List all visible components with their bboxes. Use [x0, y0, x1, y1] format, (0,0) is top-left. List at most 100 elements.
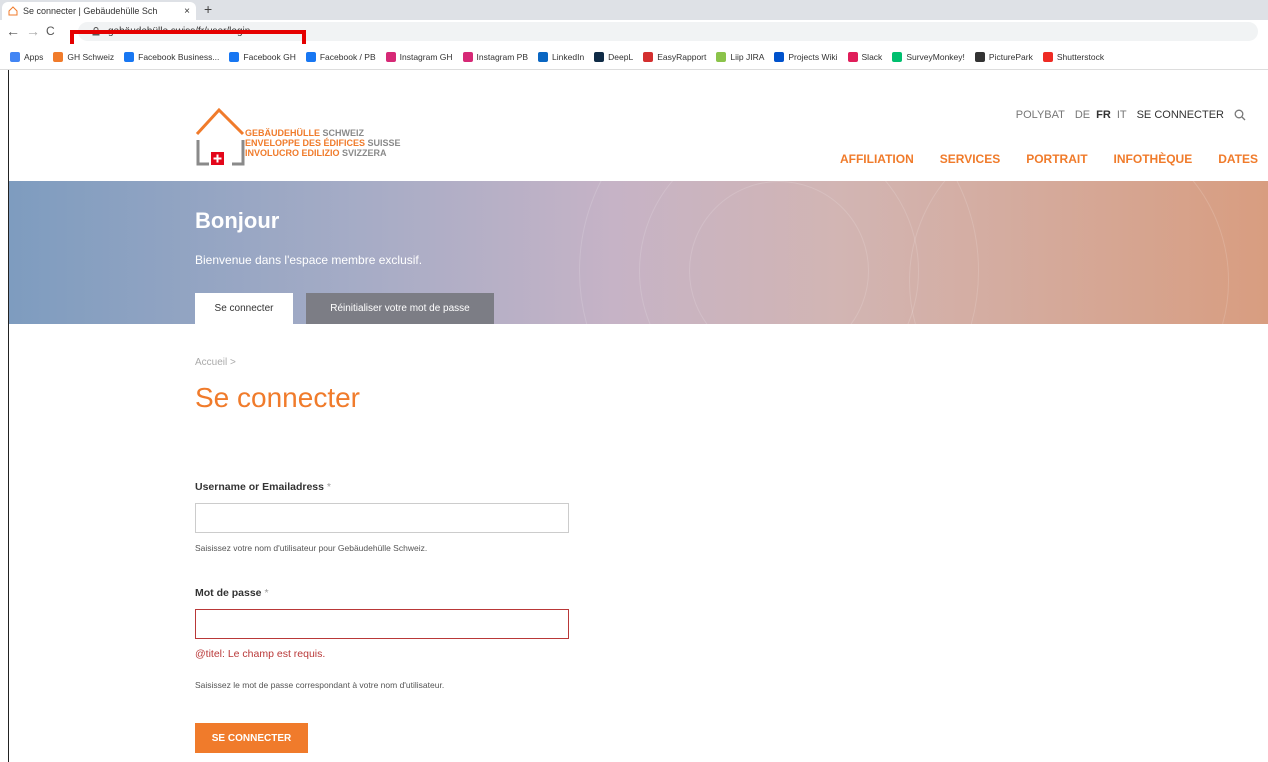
logo-line-secondary: SVIZZERA — [342, 148, 387, 158]
nav-item[interactable]: PORTRAIT — [1026, 152, 1087, 166]
screen: Se connecter | Gebäudehülle Sch × + ← → … — [0, 0, 1268, 762]
nav-item[interactable]: DATES — [1218, 152, 1258, 166]
bookmark-label: Shutterstock — [1056, 51, 1105, 62]
login-link[interactable]: SE CONNECTER — [1137, 109, 1224, 121]
language-option[interactable]: FR — [1096, 109, 1111, 121]
browser-tab-strip: Se connecter | Gebäudehülle Sch × + — [0, 0, 1268, 20]
logo-line-secondary: SUISSE — [367, 138, 401, 148]
username-label: Username or Emailadress * — [195, 481, 331, 493]
bookmark-label: Facebook Business... — [138, 51, 220, 62]
language-option[interactable]: IT — [1117, 109, 1127, 121]
deepl-icon — [594, 51, 605, 62]
bookmark-label: Slack — [861, 51, 883, 62]
username-input[interactable] — [195, 503, 569, 533]
bookmark-item[interactable]: Projects Wiki — [774, 51, 838, 62]
confluence-icon — [774, 51, 785, 62]
utility-nav: POLYBAT DE FR IT SE CONNECTER — [1016, 109, 1246, 121]
logo-line-primary: GEBÄUDEHÜLLE — [245, 128, 321, 138]
shutterstock-icon — [1042, 51, 1053, 62]
bookmark-item[interactable]: Facebook Business... — [124, 51, 220, 62]
hero-subtitle: Bienvenue dans l'espace membre exclusif. — [195, 253, 423, 267]
reload-button[interactable]: C — [46, 24, 55, 38]
bookmark-label: PicturePark — [988, 51, 1033, 62]
apps-grid-icon — [10, 51, 20, 62]
nav-item[interactable]: AFFILIATION — [840, 152, 914, 166]
bookmark-item[interactable]: SurveyMonkey! — [892, 51, 965, 62]
logo-wordmark: GEBÄUDEHÜLLE SCHWEIZ ENVELOPPE DES ÉDIFIC… — [245, 128, 401, 158]
jira-icon — [716, 51, 727, 62]
search-icon[interactable] — [1234, 109, 1246, 121]
bookmark-item[interactable]: PicturePark — [974, 51, 1033, 62]
bookmark-label: Instagram GH — [399, 51, 453, 62]
bookmarks-bar: Apps GH Schweiz Facebook Business... Facebo… — [0, 44, 1268, 70]
bookmark-label: Facebook GH — [243, 51, 296, 62]
house-icon — [8, 6, 18, 16]
bookmark-label: SurveyMonkey! — [906, 51, 965, 62]
bookmark-item[interactable]: Instagram PB — [462, 51, 529, 62]
instagram-icon — [462, 51, 473, 62]
required-marker: * — [326, 481, 331, 493]
main-nav: AFFILIATION SERVICES PORTRAIT INFOTHÈQUE DAT… — [840, 152, 1258, 166]
back-button[interactable]: ← — [6, 23, 20, 39]
bookmark-label: EasyRapport — [657, 51, 707, 62]
polybat-link[interactable]: POLYBAT — [1016, 109, 1065, 121]
instagram-icon — [385, 51, 396, 62]
picturepark-icon — [974, 51, 985, 62]
bookmark-item[interactable]: DeepL — [594, 51, 634, 62]
bookmark-label: Apps — [24, 51, 44, 62]
bookmark-item[interactable]: Instagram GH — [385, 51, 453, 62]
bookmark-label: Liip JIRA — [730, 51, 765, 62]
required-marker: * — [264, 587, 269, 599]
bookmark-label: Instagram PB — [476, 51, 529, 62]
username-label-text: Username or Emailadress — [195, 481, 324, 493]
logo-line: ENVELOPPE DES ÉDIFICES SUISSE — [245, 138, 401, 148]
nav-item[interactable]: INFOTHÈQUE — [1114, 152, 1193, 166]
password-label-text: Mot de passe — [195, 587, 262, 599]
username-help: Saisissez votre nom d'utilisateur pour G… — [195, 543, 428, 553]
bookmark-item[interactable]: Slack — [847, 51, 883, 62]
page-title: Se connecter — [195, 382, 360, 413]
bookmark-label: Projects Wiki — [788, 51, 838, 62]
login-submit-button[interactable]: SE CONNECTER — [195, 723, 308, 753]
password-input[interactable] — [195, 609, 569, 639]
tab-reset-password[interactable]: Réinitialiser votre mot de passe — [306, 293, 494, 324]
surveymonkey-icon — [892, 51, 903, 62]
bookmark-item[interactable]: Apps — [10, 51, 44, 62]
logo-line: GEBÄUDEHÜLLE SCHWEIZ — [245, 128, 401, 138]
logo-line-primary: INVOLUCRO EDILIZIO — [245, 148, 340, 158]
hero-title: Bonjour — [195, 208, 280, 233]
bookmark-label: GH Schweiz — [67, 51, 115, 62]
easyrapport-icon — [643, 51, 654, 62]
password-label: Mot de passe * — [195, 587, 269, 599]
breadcrumb: Accueil > — [195, 357, 236, 368]
facebook-icon — [305, 51, 316, 62]
house-icon — [53, 51, 64, 62]
language-option[interactable]: DE — [1075, 109, 1090, 121]
logo-line: INVOLUCRO EDILIZIO SVIZZERA — [245, 148, 401, 158]
hero-banner: Bonjour Bienvenue dans l'espace membre e… — [9, 181, 1268, 324]
browser-tab[interactable]: Se connecter | Gebäudehülle Sch × — [2, 2, 196, 20]
language-switcher: DE FR IT — [1075, 109, 1127, 121]
bookmark-item[interactable]: Facebook GH — [229, 51, 296, 62]
breadcrumb-home[interactable]: Accueil — [195, 357, 227, 368]
bookmark-item[interactable]: EasyRapport — [643, 51, 707, 62]
bookmark-item[interactable]: GH Schweiz — [53, 51, 115, 62]
linkedin-icon — [538, 51, 549, 62]
close-tab-icon[interactable]: × — [184, 6, 190, 17]
new-tab-button[interactable]: + — [204, 1, 212, 17]
bookmark-label: Facebook / PB — [319, 51, 376, 62]
bookmark-item[interactable]: Liip JIRA — [716, 51, 765, 62]
bookmark-label: LinkedIn — [552, 51, 585, 62]
bookmark-item[interactable]: Shutterstock — [1042, 51, 1105, 62]
bookmark-item[interactable]: Facebook / PB — [305, 51, 376, 62]
page-left-border — [8, 70, 9, 762]
password-error: @titel: Le champ est requis. — [195, 648, 326, 660]
forward-button[interactable]: → — [26, 23, 40, 39]
slack-icon — [847, 51, 858, 62]
bookmark-label: DeepL — [608, 51, 634, 62]
bookmark-item[interactable]: LinkedIn — [538, 51, 585, 62]
nav-item[interactable]: SERVICES — [940, 152, 1000, 166]
logo-line-secondary: SCHWEIZ — [322, 128, 365, 138]
tab-login[interactable]: Se connecter — [195, 293, 293, 324]
decorative-circle — [909, 181, 1229, 324]
